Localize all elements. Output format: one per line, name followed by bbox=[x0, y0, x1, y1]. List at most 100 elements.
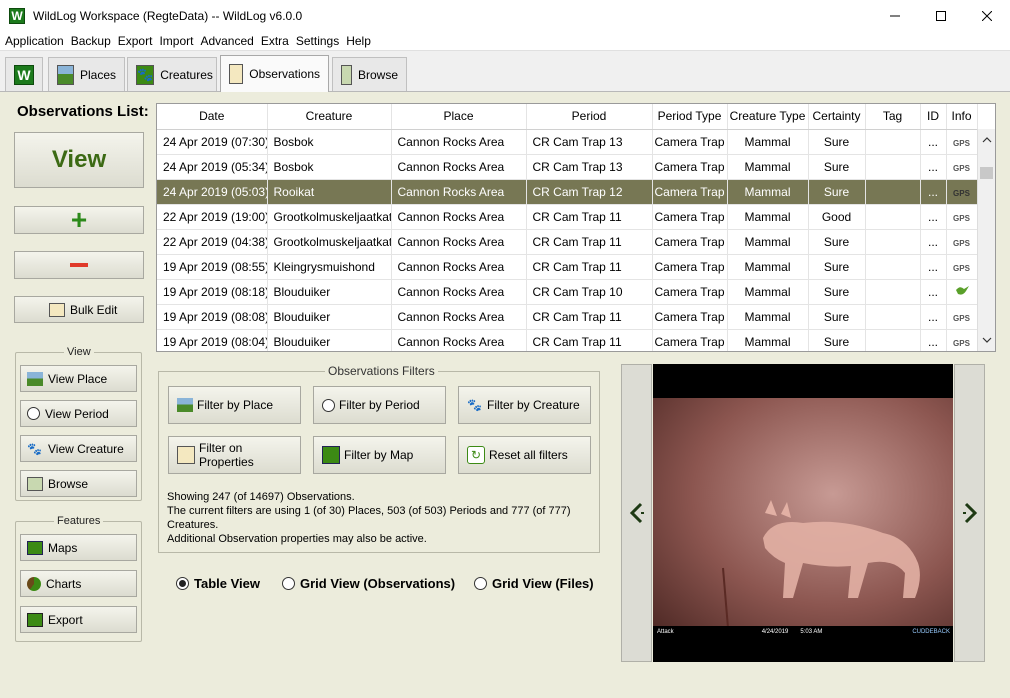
col-tag[interactable]: Tag bbox=[865, 104, 921, 130]
minimize-button[interactable] bbox=[872, 0, 918, 31]
cell-creature: Grootkolmuskeljaatkat bbox=[267, 229, 392, 255]
table-row[interactable]: 19 Apr 2019 (08:18) Blouduiker Cannon Rock… bbox=[157, 279, 978, 305]
table-row[interactable]: 22 Apr 2019 (19:00) Grootkolmuskeljaatkat… bbox=[157, 204, 978, 230]
next-image-button[interactable] bbox=[954, 364, 985, 662]
menu-help[interactable]: Help bbox=[346, 34, 371, 48]
cell-place: Cannon Rocks Area bbox=[391, 279, 527, 305]
landscape-icon bbox=[57, 64, 74, 85]
view-button[interactable]: View bbox=[14, 132, 144, 188]
gps-icon: GPS bbox=[953, 313, 970, 323]
grid-view-files-radio[interactable]: Grid View (Files) bbox=[474, 576, 594, 591]
filter-by-map-button[interactable]: Filter by Map bbox=[313, 436, 446, 474]
browse-button[interactable]: Browse bbox=[20, 470, 137, 497]
filter-by-creature-button[interactable]: 🐾 Filter by Creature bbox=[458, 386, 591, 424]
table-row[interactable]: 19 Apr 2019 (08:55) Kleingrysmuishond Cann… bbox=[157, 254, 978, 280]
export-arrow-icon bbox=[27, 612, 43, 627]
cell-id: ... bbox=[920, 254, 947, 280]
col-certainty[interactable]: Certainty bbox=[808, 104, 866, 130]
filter-by-period-button[interactable]: Filter by Period bbox=[313, 386, 446, 424]
tab-home[interactable]: W bbox=[5, 57, 43, 91]
cell-creature-type: Mammal bbox=[727, 179, 809, 205]
cell-period: CR Cam Trap 12 bbox=[526, 179, 653, 205]
cell-id: ... bbox=[920, 154, 947, 180]
filter-info-line-3: Creatures. bbox=[167, 519, 219, 531]
cell-creature: Bosbok bbox=[267, 154, 392, 180]
refresh-icon: ↻ bbox=[467, 446, 485, 464]
cell-date: 24 Apr 2019 (05:34) bbox=[157, 154, 268, 180]
col-period[interactable]: Period bbox=[526, 104, 653, 130]
tab-places-label: Places bbox=[79, 67, 116, 82]
cell-info: GPS bbox=[946, 254, 978, 280]
cell-creature: Bosbok bbox=[267, 129, 392, 155]
table-scrollbar[interactable] bbox=[977, 129, 995, 351]
cell-place: Cannon Rocks Area bbox=[391, 229, 527, 255]
tab-observations-label: Observations bbox=[249, 67, 320, 81]
tab-places[interactable]: Places bbox=[48, 57, 125, 91]
camera-brand-logo: CUDDEBACK bbox=[912, 629, 950, 635]
cell-place: Cannon Rocks Area bbox=[391, 154, 527, 180]
col-creature-type[interactable]: Creature Type bbox=[727, 104, 809, 130]
charts-button[interactable]: Charts bbox=[20, 570, 137, 597]
cell-creature: Rooikat bbox=[267, 179, 392, 205]
filters-title: Observations Filters bbox=[325, 364, 438, 378]
table-row[interactable]: 24 Apr 2019 (07:30) Bosbok Cannon Rocks Ar… bbox=[157, 129, 978, 155]
table-row[interactable]: 24 Apr 2019 (05:03) Rooikat Cannon Rocks A… bbox=[157, 179, 978, 205]
export-button[interactable]: Export bbox=[20, 606, 137, 633]
col-info[interactable]: Info bbox=[946, 104, 978, 130]
reset-filters-button[interactable]: ↻ Reset all filters bbox=[458, 436, 591, 474]
cell-certainty: Sure bbox=[808, 304, 866, 330]
col-period-type[interactable]: Period Type bbox=[652, 104, 728, 130]
view-creature-label: View Creature bbox=[48, 441, 124, 456]
filter-on-properties-button[interactable]: Filter on Properties bbox=[168, 436, 301, 474]
tab-creatures[interactable]: 🐾 Creatures bbox=[127, 57, 217, 91]
maps-button[interactable]: Maps bbox=[20, 534, 137, 561]
cell-date: 24 Apr 2019 (07:30) bbox=[157, 129, 268, 155]
add-button[interactable]: + bbox=[14, 206, 144, 234]
table-row[interactable]: 24 Apr 2019 (05:34) Bosbok Cannon Rocks Ar… bbox=[157, 154, 978, 180]
view-period-button[interactable]: View Period bbox=[20, 400, 137, 427]
menu-import[interactable]: Import bbox=[159, 34, 193, 48]
tab-observations[interactable]: Observations bbox=[220, 55, 329, 92]
cell-period: CR Cam Trap 11 bbox=[526, 304, 653, 330]
col-id[interactable]: ID bbox=[920, 104, 947, 130]
cell-date: 22 Apr 2019 (04:38) bbox=[157, 229, 268, 255]
filter-by-place-label: Filter by Place bbox=[197, 398, 274, 412]
menu-settings[interactable]: Settings bbox=[296, 34, 339, 48]
observation-photo[interactable]: Attack 4/24/2019 5:03 AM CUDDEBACK bbox=[653, 364, 953, 662]
filter-by-place-button[interactable]: Filter by Place bbox=[168, 386, 301, 424]
cell-creature: Kleingrysmuishond bbox=[267, 254, 392, 280]
filter-info-line-4: Additional Observation properties may al… bbox=[167, 533, 427, 545]
view-place-button[interactable]: View Place bbox=[20, 365, 137, 392]
paw-icon: 🐾 bbox=[136, 64, 155, 85]
cell-place: Cannon Rocks Area bbox=[391, 204, 527, 230]
photo-content bbox=[653, 398, 953, 638]
table-row[interactable]: 19 Apr 2019 (08:04) Blouduiker Cannon Rock… bbox=[157, 329, 978, 351]
view-creature-button[interactable]: 🐾 View Creature bbox=[20, 435, 137, 462]
gps-icon: GPS bbox=[953, 238, 970, 248]
photo-stamp: Attack 4/24/2019 5:03 AM CUDDEBACK bbox=[653, 626, 953, 638]
cell-place: Cannon Rocks Area bbox=[391, 304, 527, 330]
cell-period-type: Camera Trap bbox=[652, 229, 728, 255]
close-button[interactable] bbox=[964, 0, 1010, 31]
cell-place: Cannon Rocks Area bbox=[391, 329, 527, 351]
maximize-button[interactable] bbox=[918, 0, 964, 31]
table-row[interactable]: 22 Apr 2019 (04:38) Grootkolmuskeljaatkat… bbox=[157, 229, 978, 255]
cell-period: CR Cam Trap 11 bbox=[526, 329, 653, 351]
menu-backup[interactable]: Backup bbox=[71, 34, 111, 48]
col-creature[interactable]: Creature bbox=[267, 104, 392, 130]
cell-info: GPS bbox=[946, 129, 978, 155]
col-place[interactable]: Place bbox=[391, 104, 527, 130]
menu-application[interactable]: Application bbox=[5, 34, 64, 48]
menu-advanced[interactable]: Advanced bbox=[200, 34, 253, 48]
table-view-radio[interactable]: Table View bbox=[176, 576, 260, 591]
menu-export[interactable]: Export bbox=[118, 34, 153, 48]
tab-browse[interactable]: Browse bbox=[332, 57, 407, 91]
menu-extra[interactable]: Extra bbox=[261, 34, 289, 48]
bulk-edit-button[interactable]: Bulk Edit bbox=[14, 296, 144, 323]
col-date[interactable]: Date bbox=[157, 104, 268, 130]
grid-view-observations-radio[interactable]: Grid View (Observations) bbox=[282, 576, 455, 591]
delete-button[interactable] bbox=[14, 251, 144, 279]
table-row[interactable]: 19 Apr 2019 (08:08) Blouduiker Cannon Rock… bbox=[157, 304, 978, 330]
previous-image-button[interactable] bbox=[621, 364, 652, 662]
pie-chart-icon bbox=[27, 576, 41, 591]
